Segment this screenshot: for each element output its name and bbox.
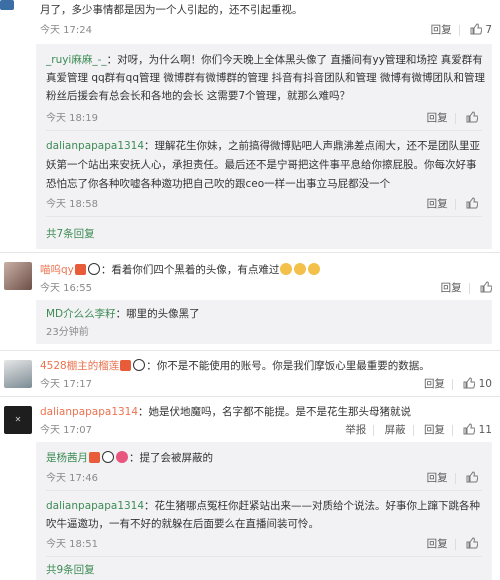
reply-text: ：对呀，为什么啊！你们今天晚上全体黑头像了 直播间有yy管理和场控 真爱群有 — [106, 54, 483, 66]
vip-badge-icon — [89, 452, 100, 463]
reply-time: 今天 17:46 — [46, 473, 98, 484]
comment-line: dalianpapapa1314：她是伏地魔吗，名字都不能提。是不是花生那头母猪… — [40, 404, 411, 421]
like-icon[interactable] — [466, 111, 478, 123]
like-icon[interactable] — [466, 197, 478, 209]
reply-text: ：花生猪哪点冤枉你赶紧站出来——对质给个说法。好事你上蹿下跳各种 — [144, 500, 481, 512]
comment-time: 今天 17:24 — [40, 25, 92, 36]
reply-user[interactable]: 是杨茜月 — [46, 452, 88, 464]
more-replies-link[interactable]: 共9条回复 — [46, 562, 95, 579]
like-icon[interactable] — [480, 281, 492, 293]
comment-line: 4528棚主的榴莲 ：你不是不能使用的账号。你是我们摩饭心里最重要的数据。 — [40, 358, 430, 375]
like-count: 10 — [478, 378, 492, 390]
like-icon[interactable] — [463, 423, 476, 435]
emoji-icon — [133, 359, 146, 371]
block-button[interactable]: 屏蔽 — [385, 424, 406, 436]
reply-text: ：哪里的头像黑了 — [115, 308, 200, 320]
reply-line-2: 妖第一个站出来安抚人心，承担责任。最后还不是宁哥把这件事平息给你擦屁股。你每次好… — [46, 159, 477, 171]
vip-badge-icon — [120, 360, 132, 371]
reply-text: ：理解花生你妹，之前搞得微博贴吧人声鼎沸差点闹大，还不是团队里亚 — [144, 140, 481, 152]
comment-actions: 举报 屏蔽 回复 11 — [345, 422, 492, 439]
reply-line-3: 粉丝后援会有总会长和各地的会长 这需要7个管理，就那么难吗？ — [46, 90, 351, 102]
reply-time: 今天 18:58 — [46, 199, 98, 210]
reply-button[interactable]: 回复 — [427, 470, 478, 487]
divider — [46, 130, 482, 131]
reply-time: 今天 18:19 — [46, 113, 98, 124]
reply-line-2: 真爱管理 qq群有qq管理 微博群有微博群的管理 抖音有抖音团队和管理 微博有微… — [46, 72, 486, 84]
reply-button[interactable]: 回复 — [441, 280, 492, 297]
like-icon[interactable] — [463, 377, 476, 389]
reply-button[interactable]: 回复 — [424, 424, 445, 436]
avatar[interactable] — [0, 0, 14, 10]
reply-button[interactable]: 回复 — [427, 196, 478, 213]
divider — [0, 350, 500, 351]
reply-line-3: 恐怕忘了你各种吹嘘各种邀功把自己吹的跟ceo一样一出事立马屁都没一个 — [46, 178, 391, 190]
emoji-icon — [102, 451, 114, 463]
divider — [46, 216, 482, 217]
like-icon[interactable] — [466, 471, 478, 483]
heart-icon — [116, 451, 128, 463]
emoji-icon — [280, 263, 293, 275]
reply-line-1: 是杨茜月 ：提了会被屏蔽的 — [46, 450, 213, 467]
comment-user[interactable]: 4528棚主的榴莲 — [40, 360, 119, 372]
comment-text: ：看着你们四个黑着的头像，有点难过 — [100, 264, 280, 276]
more-replies-link[interactable]: 共7条回复 — [46, 226, 95, 243]
like-count: 11 — [478, 424, 492, 436]
reply-line-1: _ruyi麻麻_-_：对呀，为什么啊！你们今天晚上全体黑头像了 直播间有yy管理… — [46, 52, 483, 69]
reply-line-1: dalianpapapa1314：花生猪哪点冤枉你赶紧站出来——对质给个说法。好… — [46, 498, 480, 515]
divider — [0, 252, 500, 253]
reply-user[interactable]: MD介么么李籽 — [46, 308, 116, 320]
comment-text: ：你不是不能使用的账号。你是我们摩饭心里最重要的数据。 — [146, 360, 430, 372]
comment-time: 今天 17:07 — [40, 425, 92, 436]
divider — [46, 556, 482, 557]
vip-badge-icon — [74, 264, 86, 275]
reply-time: 23分钟前 — [46, 327, 89, 338]
avatar-mark-icon: ✕ — [14, 415, 22, 424]
reply-line-1: MD介么么李籽：哪里的头像黑了 — [46, 306, 200, 323]
emoji-icon — [294, 263, 307, 275]
like-icon[interactable] — [466, 537, 478, 549]
report-button[interactable]: 举报 — [345, 424, 366, 436]
reply-time: 今天 18:51 — [46, 539, 98, 550]
comment-text: 月了，多少事情都是因为一个人引起的，还不引起重视。 — [40, 4, 303, 16]
comment-actions: 回复 7 — [431, 22, 492, 39]
reply-button[interactable]: 回复 — [427, 110, 478, 127]
reply-button[interactable]: 回复 — [424, 378, 445, 390]
like-count: 7 — [485, 24, 492, 36]
comment-time: 今天 17:17 — [40, 379, 92, 390]
divider — [46, 490, 482, 491]
comment-user[interactable]: dalianpapapa1314 — [40, 406, 138, 418]
avatar[interactable]: ✕ — [4, 406, 32, 434]
reply-line-1: dalianpapapa1314：理解花生你妹，之前搞得微博贴吧人声鼎沸差点闹大… — [46, 138, 480, 155]
comment-actions: 回复 10 — [424, 376, 492, 393]
reply-user[interactable]: _ruyi麻麻_-_ — [46, 54, 107, 66]
reply-line-2: 吹牛逼邀功，一有不好的就躲在后面要么在直播间装可怜。 — [46, 518, 319, 530]
avatar[interactable] — [4, 262, 32, 290]
comment-text: ：她是伏地魔吗，名字都不能提。是不是花生那头母猪就说 — [138, 406, 412, 418]
reply-button[interactable]: 回复 — [427, 536, 478, 553]
reply-user[interactable]: dalianpapapa1314 — [46, 140, 144, 152]
comment-time: 今天 16:55 — [40, 283, 92, 294]
emoji-icon — [87, 263, 100, 275]
reply-text: ：提了会被屏蔽的 — [129, 452, 213, 464]
comment-user[interactable]: 喵呜qy — [40, 264, 74, 276]
divider — [0, 396, 500, 397]
avatar[interactable] — [4, 360, 32, 388]
reply-button[interactable]: 回复 — [431, 24, 452, 36]
reply-user[interactable]: dalianpapapa1314 — [46, 500, 144, 512]
like-icon[interactable] — [470, 23, 482, 35]
emoji-icon — [308, 263, 321, 275]
comment-line: 喵呜qy ：看着你们四个黑着的头像，有点难过 — [40, 262, 321, 279]
